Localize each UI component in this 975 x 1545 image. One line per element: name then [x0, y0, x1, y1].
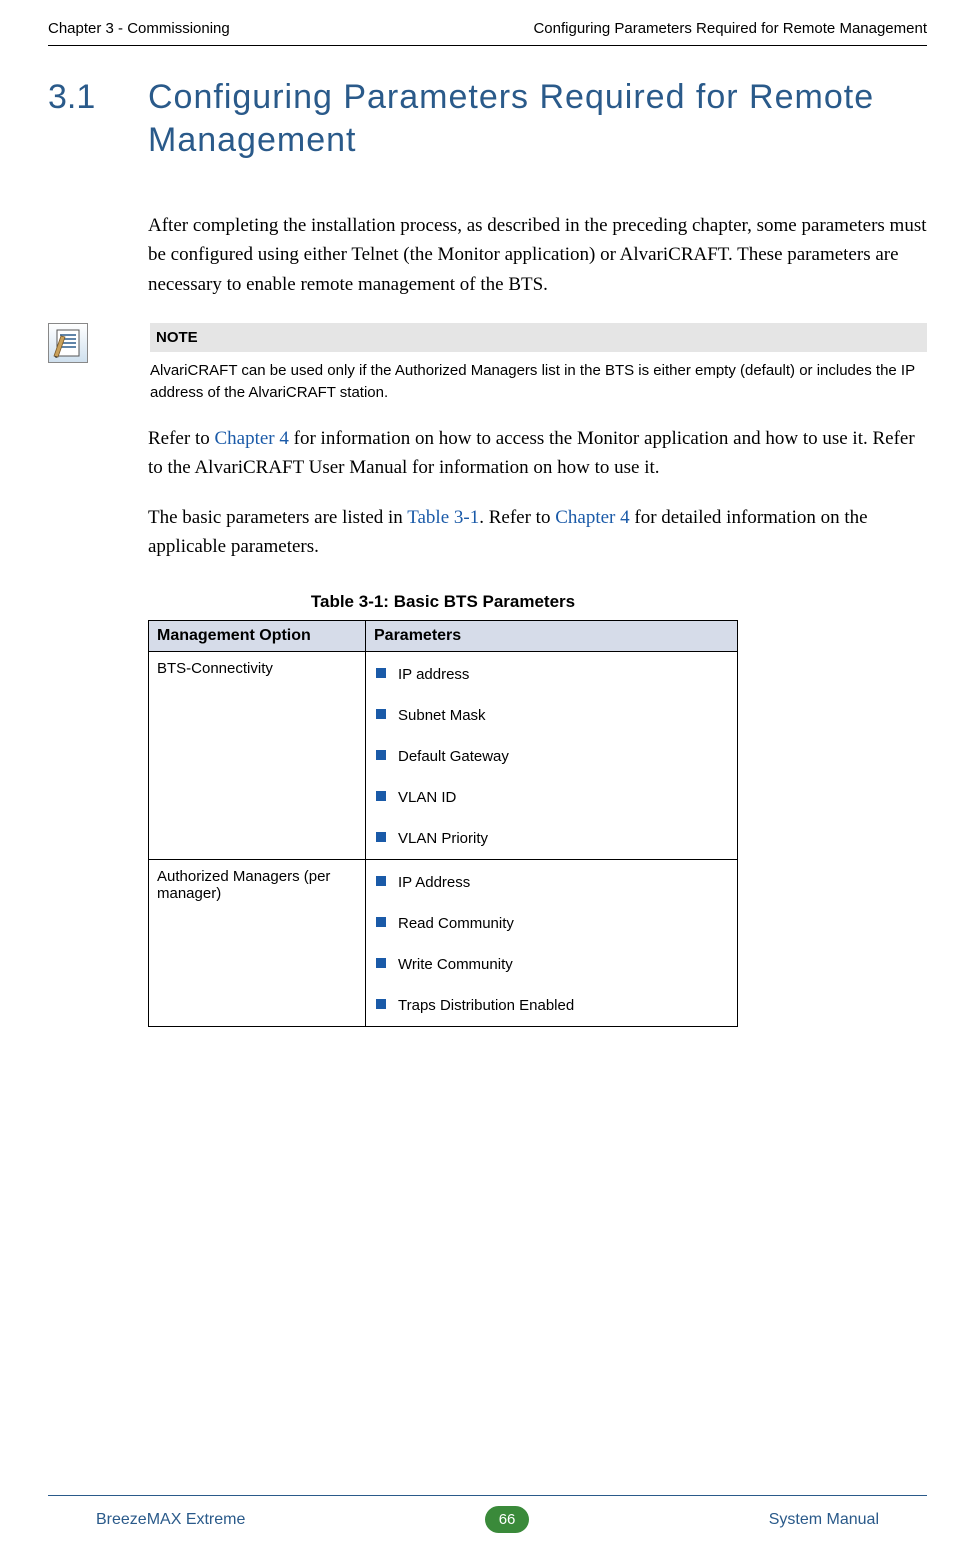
list-item: Subnet Mask	[374, 701, 729, 742]
link-table-3-1[interactable]: Table 3-1	[407, 507, 479, 528]
footer-right: System Manual	[769, 1511, 879, 1529]
list-item: IP address	[374, 660, 729, 701]
basic-bts-parameters-table: Management Option Parameters BTS-Connect…	[148, 620, 738, 1027]
list-item: Traps Distribution Enabled	[374, 991, 729, 1018]
table-caption: Table 3-1: Basic BTS Parameters	[148, 592, 738, 612]
list-item: VLAN Priority	[374, 824, 729, 851]
text-fragment: Refer to	[148, 428, 214, 449]
header-right: Configuring Parameters Required for Remo…	[533, 20, 927, 37]
parameters-cell: IP address Subnet Mask Default Gateway V…	[366, 651, 738, 859]
list-item: Read Community	[374, 909, 729, 950]
table-row: BTS-Connectivity IP address Subnet Mask …	[149, 651, 738, 859]
note-block: NOTE AlvariCRAFT can be used only if the…	[48, 323, 927, 404]
header-left: Chapter 3 - Commissioning	[48, 20, 230, 37]
list-item: IP Address	[374, 868, 729, 909]
table-header-option: Management Option	[149, 620, 366, 651]
text-fragment: . Refer to	[479, 507, 555, 528]
note-icon	[48, 323, 88, 363]
section-title: Configuring Parameters Required for Remo…	[148, 76, 927, 161]
table-row: Authorized Managers (per manager) IP Add…	[149, 859, 738, 1026]
intro-paragraph: After completing the installation proces…	[148, 211, 927, 299]
section-heading: 3.1 Configuring Parameters Required for …	[48, 76, 927, 161]
section-number: 3.1	[48, 76, 148, 117]
page-footer: BreezeMAX Extreme 66 System Manual	[48, 1495, 927, 1533]
table-header-parameters: Parameters	[366, 620, 738, 651]
management-option-cell: BTS-Connectivity	[149, 651, 366, 859]
list-item: Default Gateway	[374, 742, 729, 783]
management-option-cell: Authorized Managers (per manager)	[149, 859, 366, 1026]
list-item: Write Community	[374, 950, 729, 991]
parameters-cell: IP Address Read Community Write Communit…	[366, 859, 738, 1026]
footer-left: BreezeMAX Extreme	[96, 1511, 245, 1529]
note-label: NOTE	[150, 323, 927, 352]
running-header: Chapter 3 - Commissioning Configuring Pa…	[48, 20, 927, 46]
list-item: VLAN ID	[374, 783, 729, 824]
text-fragment: The basic parameters are listed in	[148, 507, 407, 528]
page-number-badge: 66	[485, 1506, 530, 1533]
refer-paragraph-2: The basic parameters are listed in Table…	[148, 503, 927, 562]
link-chapter-4-b[interactable]: Chapter 4	[555, 507, 629, 528]
note-text: AlvariCRAFT can be used only if the Auth…	[150, 360, 927, 404]
link-chapter-4[interactable]: Chapter 4	[214, 428, 288, 449]
refer-paragraph-1: Refer to Chapter 4 for information on ho…	[148, 424, 927, 483]
